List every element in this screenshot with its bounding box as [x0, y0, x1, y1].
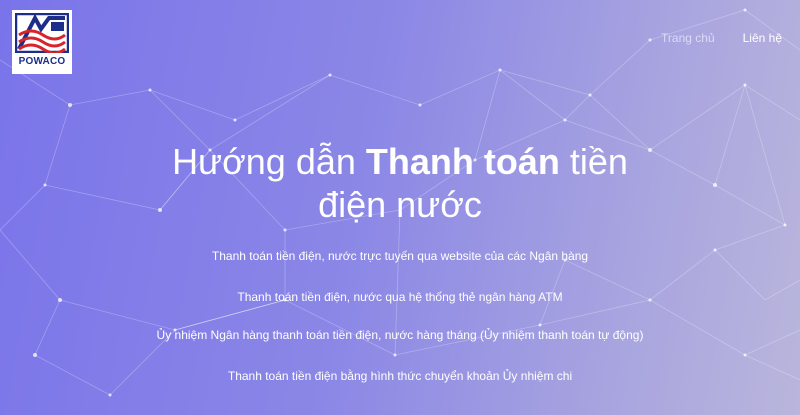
title-bold: Thanh toán	[365, 141, 560, 182]
title-part-2: tiền	[559, 141, 628, 182]
nav-link-contact[interactable]: Liên hệ	[743, 31, 782, 45]
link-online-banking[interactable]: Thanh toán tiền điện, nước trực tuyến qu…	[0, 249, 800, 263]
powaco-emblem-icon	[15, 13, 69, 53]
title-part-1: Hướng dẫn	[172, 141, 366, 182]
top-nav: Trang chủ Liên hệ	[661, 31, 782, 45]
logo-text: POWACO	[18, 56, 66, 67]
link-atm[interactable]: Thanh toán tiền điện, nước qua hệ thống …	[0, 290, 800, 304]
nav-link-home[interactable]: Trang chủ	[661, 31, 715, 45]
link-bank-transfer[interactable]: Thanh toán tiền điện bằng hình thức chuy…	[0, 369, 800, 383]
powaco-logo[interactable]: POWACO	[12, 10, 72, 74]
hero: Hướng dẫn Thanh toán tiền điện nước	[0, 140, 800, 226]
title-line-2: điện nước	[318, 184, 482, 225]
page-title: Hướng dẫn Thanh toán tiền điện nước	[0, 140, 800, 226]
link-auto-debit[interactable]: Ủy nhiệm Ngân hàng thanh toán tiền điện,…	[0, 328, 800, 342]
